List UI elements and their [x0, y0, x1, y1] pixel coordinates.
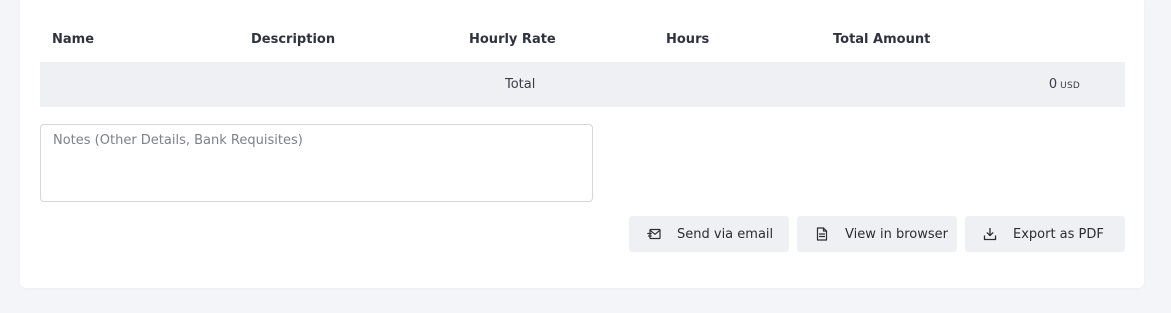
total-amount-value: 0 — [1048, 77, 1058, 92]
send-via-email-label: Send via email — [677, 226, 774, 242]
column-header-hourly-rate: Hourly Rate — [469, 32, 556, 47]
export-as-pdf-label: Export as PDF — [1013, 226, 1104, 242]
table-header: Name Description Hourly Rate Hours Total… — [40, 28, 1125, 52]
column-header-total-amount: Total Amount — [833, 32, 931, 47]
column-header-name: Name — [52, 32, 95, 47]
send-via-email-button[interactable]: Send via email — [629, 216, 789, 252]
total-label: Total — [505, 77, 536, 92]
view-in-browser-label: View in browser — [845, 226, 948, 242]
column-header-hours: Hours — [666, 32, 710, 47]
total-amount-currency: USD — [1060, 81, 1080, 91]
notes-textarea[interactable] — [40, 124, 593, 202]
view-in-browser-button[interactable]: View in browser — [797, 216, 957, 252]
document-icon — [815, 227, 829, 241]
total-amount: 0 USD — [1049, 77, 1080, 92]
column-header-description: Description — [251, 32, 336, 47]
total-row: Total 0 USD — [40, 62, 1125, 107]
download-icon — [983, 227, 997, 241]
invoice-card: Name Description Hourly Rate Hours Total… — [20, 0, 1144, 288]
mail-send-icon — [647, 227, 661, 241]
export-as-pdf-button[interactable]: Export as PDF — [965, 216, 1125, 252]
